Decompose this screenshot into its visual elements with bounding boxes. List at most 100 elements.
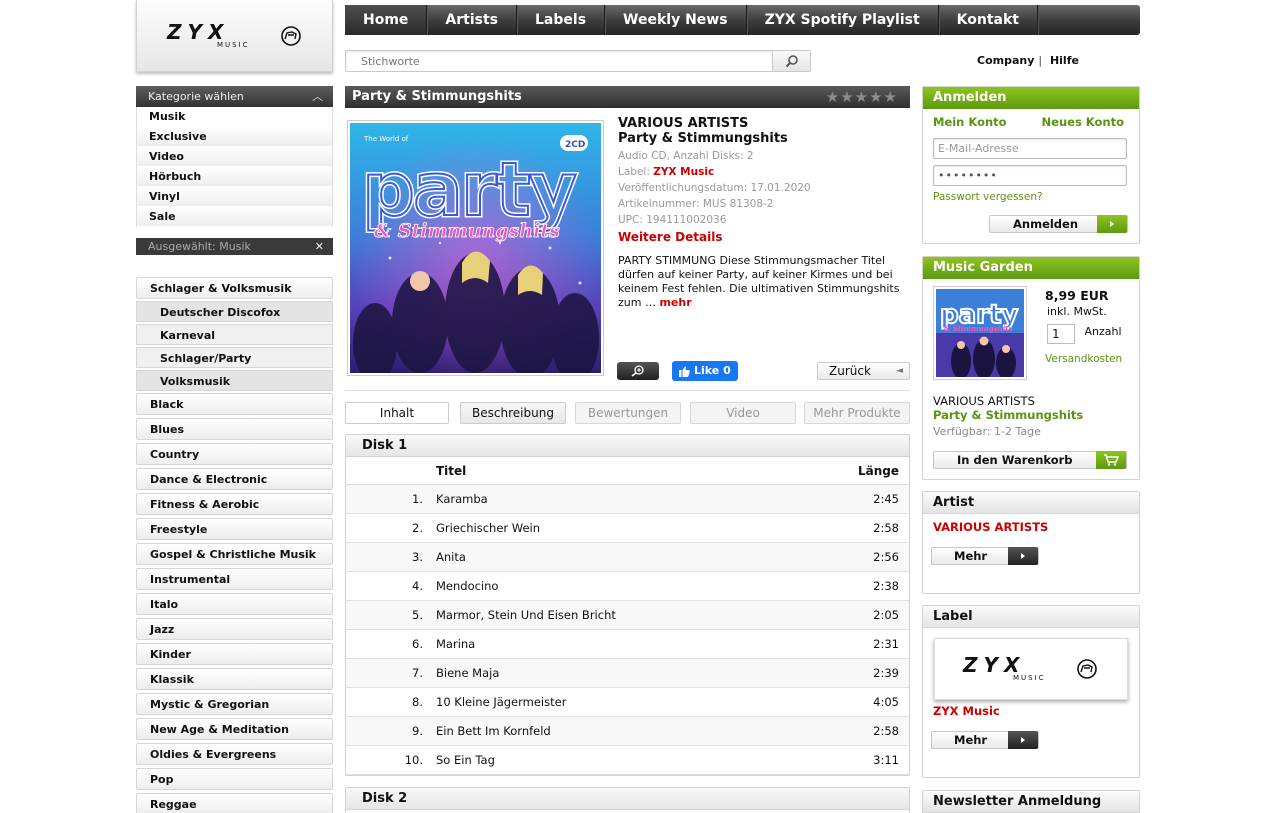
- label-more-button[interactable]: Mehr: [931, 731, 1039, 749]
- tab-bewertungen[interactable]: Bewertungen: [575, 402, 681, 424]
- artist-more-button[interactable]: Mehr: [931, 547, 1039, 565]
- my-account-link[interactable]: Mein Konto: [933, 115, 1007, 129]
- zoom-icon: [631, 365, 644, 377]
- category-item[interactable]: Musik: [137, 107, 332, 127]
- nav-spotify-playlist[interactable]: ZYX Spotify Playlist: [747, 5, 939, 35]
- label-logo[interactable]: ZYX MUSIC: [934, 638, 1128, 700]
- tab-video[interactable]: Video: [690, 402, 796, 424]
- mg-title[interactable]: Party & Stimmungshits: [933, 408, 1083, 422]
- track-row[interactable]: 7. Biene Maja 2:39: [346, 659, 909, 688]
- genre-item[interactable]: Country: [136, 443, 333, 465]
- svg-text:The World of: The World of: [363, 135, 409, 143]
- product-article-number: Artikelnummer: MUS 81308-2: [618, 198, 774, 210]
- search-input[interactable]: [346, 51, 766, 71]
- tab-inhalt[interactable]: Inhalt: [345, 402, 449, 424]
- subgenre-item[interactable]: Deutscher Discofox: [136, 301, 333, 322]
- label-box: Label ZYX MUSIC ZYX Music Mehr: [922, 605, 1140, 778]
- add-to-cart-button[interactable]: In den Warenkorb: [933, 451, 1127, 469]
- subgenre-item[interactable]: Volksmusik: [136, 370, 333, 391]
- read-more-link[interactable]: mehr: [659, 296, 691, 309]
- tab-beschreibung[interactable]: Beschreibung: [460, 402, 566, 424]
- more-details-link[interactable]: Weitere Details: [618, 228, 910, 246]
- help-link[interactable]: Hilfe: [1050, 54, 1079, 67]
- forgot-password-link[interactable]: Passwort vergessen?: [933, 191, 1043, 203]
- disk-panel: Disk 2: [345, 787, 910, 813]
- nav-labels[interactable]: Labels: [517, 5, 606, 35]
- site-logo[interactable]: ZYX MUSIC: [136, 0, 333, 72]
- product-thumbnail[interactable]: party & Stimmungshits: [933, 286, 1027, 380]
- track-row[interactable]: 3. Anita 2:56: [346, 543, 909, 572]
- genre-item[interactable]: Blues: [136, 418, 333, 440]
- quantity-input[interactable]: 1: [1047, 324, 1075, 344]
- nav-weekly-news[interactable]: Weekly News: [605, 5, 747, 35]
- product-description: PARTY STIMMUNG Diese Stimmungsmacher Tit…: [618, 254, 910, 310]
- artist-link[interactable]: VARIOUS ARTISTS: [933, 520, 1048, 534]
- genre-item[interactable]: Mystic & Gregorian: [136, 693, 333, 715]
- category-item[interactable]: Exclusive: [137, 127, 332, 147]
- zoom-button[interactable]: [617, 362, 659, 380]
- star-icon[interactable]: ★: [869, 88, 883, 106]
- password-field[interactable]: ••••••••: [933, 165, 1127, 186]
- track-row[interactable]: 9. Ein Bett Im Kornfeld 2:58: [346, 717, 909, 746]
- track-title: 10 Kleine Jägermeister: [436, 695, 567, 709]
- genre-item[interactable]: Fitness & Aerobic: [136, 493, 333, 515]
- category-item[interactable]: Video: [137, 147, 332, 167]
- genre-item[interactable]: Klassik: [136, 668, 333, 690]
- availability: Verfügbar: 1-2 Tage: [933, 425, 1041, 438]
- star-icon[interactable]: ★: [855, 88, 869, 106]
- facebook-like-button[interactable]: Like 0: [672, 361, 738, 381]
- genre-item[interactable]: Gospel & Christliche Musik: [136, 543, 333, 565]
- track-title: Marina: [436, 637, 476, 651]
- email-field[interactable]: E-Mail-Adresse: [933, 138, 1127, 159]
- nav-artists[interactable]: Artists: [427, 5, 518, 35]
- category-item[interactable]: Vinyl: [137, 187, 332, 207]
- star-icon[interactable]: ★: [884, 88, 898, 106]
- product-label-link[interactable]: ZYX Music: [653, 166, 714, 178]
- track-row[interactable]: 10. So Ein Tag 3:11: [346, 746, 909, 775]
- genre-item[interactable]: Italo: [136, 593, 333, 615]
- track-row[interactable]: 6. Marina 2:31: [346, 630, 909, 659]
- genre-item[interactable]: Instrumental: [136, 568, 333, 590]
- genre-item[interactable]: Dance & Electronic: [136, 468, 333, 490]
- company-link[interactable]: Company: [977, 54, 1034, 67]
- back-button[interactable]: Zurück ◄: [817, 362, 910, 380]
- genre-item[interactable]: Freestyle: [136, 518, 333, 540]
- zyx-label-logo: ZYX MUSIC: [962, 655, 1097, 682]
- track-row[interactable]: 5. Marmor, Stein Und Eisen Bricht 2:05: [346, 601, 909, 630]
- zyx-logo-mark: ZYX MUSIC: [166, 22, 301, 49]
- facebook-thumb-icon: [679, 366, 690, 377]
- track-row[interactable]: 1. Karamba 2:45: [346, 485, 909, 514]
- genre-item[interactable]: Black: [136, 393, 333, 415]
- nav-home[interactable]: Home: [345, 5, 428, 35]
- genre-item[interactable]: Oldies & Evergreens: [136, 743, 333, 765]
- star-icon[interactable]: ★: [840, 88, 854, 106]
- tab-mehr-produkte[interactable]: Mehr Produkte: [804, 402, 910, 424]
- genre-item[interactable]: Kinder: [136, 643, 333, 665]
- price: 8,99 EUR: [1045, 288, 1109, 303]
- rating-stars[interactable]: ★★★★★: [826, 88, 898, 106]
- track-row[interactable]: 4. Mendocino 2:38: [346, 572, 909, 601]
- label-link[interactable]: ZYX Music: [933, 704, 1000, 718]
- subgenre-item[interactable]: Karneval: [136, 324, 333, 345]
- subgenre-item[interactable]: Schlager/Party: [136, 347, 333, 368]
- search-button[interactable]: [772, 51, 810, 71]
- genre-item[interactable]: New Age & Meditation: [136, 718, 333, 740]
- shipping-link[interactable]: Versandkosten: [1045, 353, 1122, 365]
- new-account-link[interactable]: Neues Konto: [1042, 115, 1124, 129]
- genre-item[interactable]: Pop: [136, 768, 333, 790]
- genre-item[interactable]: Jazz: [136, 618, 333, 640]
- star-icon[interactable]: ★: [826, 88, 840, 106]
- genre-item[interactable]: Reggae: [136, 793, 333, 813]
- track-title: Marmor, Stein Und Eisen Bricht: [436, 608, 616, 622]
- product-cover[interactable]: The World of 2CD party party & Stimmungs…: [347, 120, 604, 376]
- genre-item-open[interactable]: Schlager & Volksmusik: [136, 277, 333, 299]
- nav-kontakt[interactable]: Kontakt: [939, 5, 1039, 35]
- login-button[interactable]: Anmelden: [989, 215, 1128, 233]
- category-item[interactable]: Sale: [137, 207, 332, 227]
- category-item[interactable]: Hörbuch: [137, 167, 332, 187]
- category-list: Musik Exclusive Video Hörbuch Vinyl Sale: [136, 107, 333, 227]
- category-header[interactable]: Kategorie wählen ︿: [136, 86, 333, 107]
- track-row[interactable]: 8. 10 Kleine Jägermeister 4:05: [346, 688, 909, 717]
- close-icon[interactable]: ✕: [315, 238, 324, 255]
- track-row[interactable]: 2. Griechischer Wein 2:58: [346, 514, 909, 543]
